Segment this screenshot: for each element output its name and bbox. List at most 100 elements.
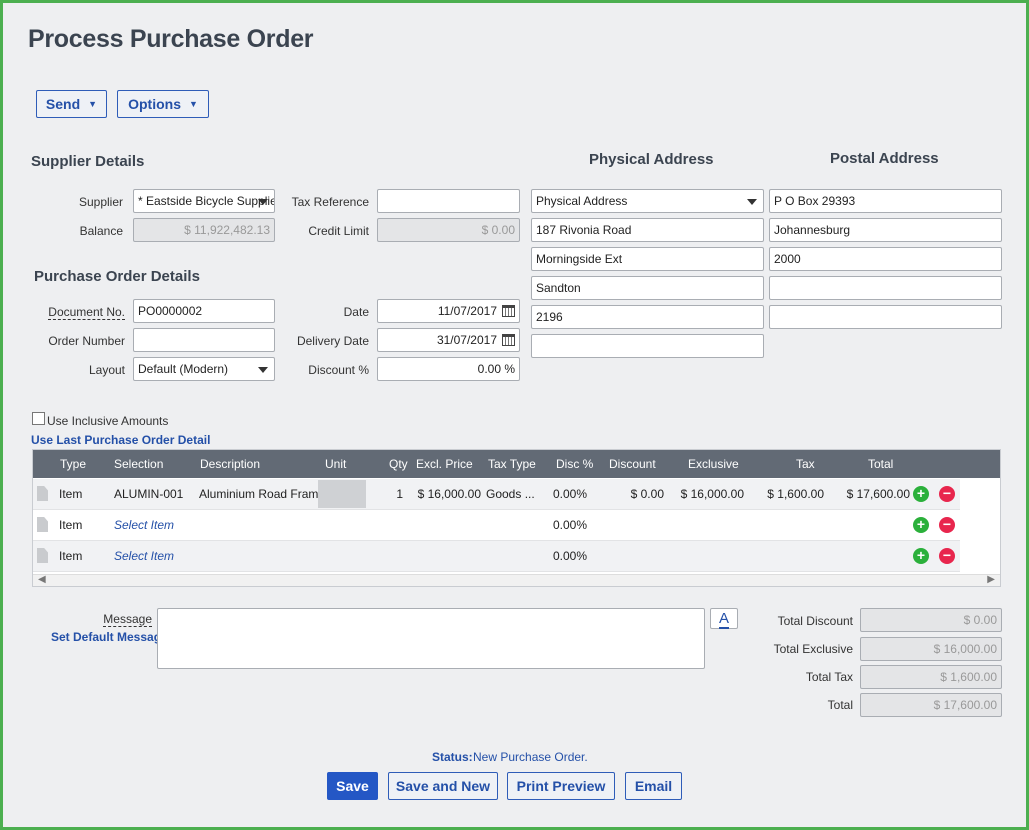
select-item-link[interactable]: Select Item: [114, 518, 174, 532]
col-excl-price[interactable]: Excl. Price: [416, 457, 473, 471]
col-discount[interactable]: Discount: [609, 457, 656, 471]
physical-address-line-3[interactable]: Sandton: [531, 276, 764, 300]
total-tax-field: $ 1,600.00: [860, 665, 1002, 689]
document-no-label-text: Document No.: [48, 305, 125, 320]
postal-address-line-5[interactable]: [769, 305, 1002, 329]
discount-label: Discount %: [308, 363, 369, 377]
postal-address-line-1[interactable]: P O Box 29393: [769, 189, 1002, 213]
cell-discount[interactable]: $ 0.00: [603, 487, 664, 501]
cell-excl-price[interactable]: $ 16,000.00: [407, 487, 481, 501]
physical-address-line-2[interactable]: Morningside Ext: [531, 247, 764, 271]
col-description[interactable]: Description: [200, 457, 260, 471]
total-exclusive-label: Total Exclusive: [773, 642, 853, 656]
table-row[interactable]: Item ALUMIN-001 Aluminium Road Frame 1 $…: [33, 479, 960, 510]
line-items-grid: Type Selection Description Unit Qty Excl…: [32, 449, 1001, 587]
remove-row-icon[interactable]: −: [939, 486, 955, 502]
calendar-icon[interactable]: [502, 334, 515, 346]
col-tax[interactable]: Tax: [796, 457, 815, 471]
date-input[interactable]: 11/07/2017: [377, 299, 520, 323]
physical-address-line-5[interactable]: [531, 334, 764, 358]
table-row[interactable]: Item Select Item 0.00% + −: [33, 510, 960, 541]
calendar-icon[interactable]: [502, 305, 515, 317]
col-total[interactable]: Total: [868, 457, 893, 471]
add-row-icon[interactable]: +: [913, 486, 929, 502]
remove-row-icon[interactable]: −: [939, 548, 955, 564]
cell-disc-pct[interactable]: 0.00%: [553, 518, 587, 532]
document-no-input[interactable]: PO0000002: [133, 299, 275, 323]
grid-header: Type Selection Description Unit Qty Excl…: [33, 450, 1000, 478]
physical-address-select[interactable]: Physical Address: [531, 189, 764, 213]
scroll-left-icon[interactable]: ◀: [38, 574, 46, 585]
inclusive-amounts-checkbox[interactable]: [32, 412, 45, 425]
col-disc-pct[interactable]: Disc %: [556, 457, 593, 471]
document-icon: [37, 548, 48, 563]
cell-total[interactable]: $ 17,600.00: [833, 487, 910, 501]
send-button[interactable]: Send ▼: [36, 90, 107, 118]
cell-tax-type[interactable]: Goods ...: [486, 487, 535, 501]
message-label-text: Message: [103, 612, 152, 627]
tax-reference-input[interactable]: [377, 189, 520, 213]
print-preview-button[interactable]: Print Preview: [507, 772, 615, 800]
message-label: Message: [63, 612, 152, 627]
cell-qty[interactable]: 1: [373, 487, 403, 501]
discount-input[interactable]: 0.00 %: [377, 357, 520, 381]
cell-unit[interactable]: [318, 480, 366, 508]
cell-disc-pct[interactable]: 0.00%: [553, 549, 587, 563]
cell-disc-pct[interactable]: 0.00%: [553, 487, 587, 501]
add-row-icon[interactable]: +: [913, 548, 929, 564]
delivery-date-input[interactable]: 31/07/2017: [377, 328, 520, 352]
remove-row-icon[interactable]: −: [939, 517, 955, 533]
col-exclusive[interactable]: Exclusive: [688, 457, 739, 471]
physical-address-line-1[interactable]: 187 Rivonia Road: [531, 218, 764, 242]
credit-limit-label: Credit Limit: [308, 224, 369, 238]
order-number-input[interactable]: [133, 328, 275, 352]
cell-type[interactable]: Item: [59, 549, 82, 563]
cell-description[interactable]: Aluminium Road Frame: [199, 487, 325, 501]
page-title: Process Purchase Order: [28, 25, 314, 53]
scroll-right-icon[interactable]: ▶: [987, 574, 995, 585]
horizontal-scrollbar[interactable]: ◀ ▶: [33, 574, 1000, 586]
delivery-date-label: Delivery Date: [296, 334, 369, 348]
balance-field: $ 11,922,482.13: [133, 218, 275, 242]
caret-down-icon: ▼: [188, 99, 198, 109]
options-button[interactable]: Options ▼: [117, 90, 209, 118]
add-row-icon[interactable]: +: [913, 517, 929, 533]
font-format-button[interactable]: A: [710, 608, 738, 629]
cell-tax[interactable]: $ 1,600.00: [753, 487, 824, 501]
cell-type[interactable]: Item: [59, 518, 82, 532]
total-label: Total: [827, 698, 853, 712]
dropdown-arrow-icon: [747, 199, 757, 205]
date-label: Date: [343, 305, 369, 319]
status-value: New Purchase Order.: [473, 750, 588, 764]
credit-limit-field: $ 0.00: [377, 218, 520, 242]
message-textarea[interactable]: [157, 608, 705, 669]
col-selection[interactable]: Selection: [114, 457, 163, 471]
cell-exclusive[interactable]: $ 16,000.00: [673, 487, 744, 501]
save-and-new-button[interactable]: Save and New: [388, 772, 498, 800]
order-number-label: Order Number: [48, 334, 125, 348]
postal-address-line-2[interactable]: Johannesburg: [769, 218, 1002, 242]
status-label: Status:: [432, 750, 473, 764]
cell-type[interactable]: Item: [59, 487, 82, 501]
cell-selection[interactable]: ALUMIN-001: [114, 487, 183, 501]
table-row[interactable]: Item Select Item 0.00% + −: [33, 541, 960, 572]
col-tax-type[interactable]: Tax Type: [488, 457, 536, 471]
physical-address-select-value: Physical Address: [536, 194, 628, 208]
supplier-select[interactable]: * Eastside Bicycle Supplie: [133, 189, 275, 213]
postal-address-line-3[interactable]: 2000: [769, 247, 1002, 271]
postal-address-line-4[interactable]: [769, 276, 1002, 300]
set-default-message-link[interactable]: Set Default Message: [51, 630, 168, 644]
col-qty[interactable]: Qty: [389, 457, 408, 471]
col-type[interactable]: Type: [60, 457, 86, 471]
save-button[interactable]: Save: [327, 772, 378, 800]
use-last-po-link[interactable]: Use Last Purchase Order Detail: [31, 433, 210, 447]
col-unit[interactable]: Unit: [325, 457, 346, 471]
physical-address-line-4[interactable]: 2196: [531, 305, 764, 329]
email-button[interactable]: Email: [625, 772, 682, 800]
date-value: 11/07/2017: [437, 304, 497, 318]
layout-select[interactable]: Default (Modern): [133, 357, 275, 381]
po-details-heading: Purchase Order Details: [34, 268, 200, 285]
select-item-link[interactable]: Select Item: [114, 549, 174, 563]
total-exclusive-field: $ 16,000.00: [860, 637, 1002, 661]
physical-address-heading: Physical Address: [589, 151, 714, 168]
